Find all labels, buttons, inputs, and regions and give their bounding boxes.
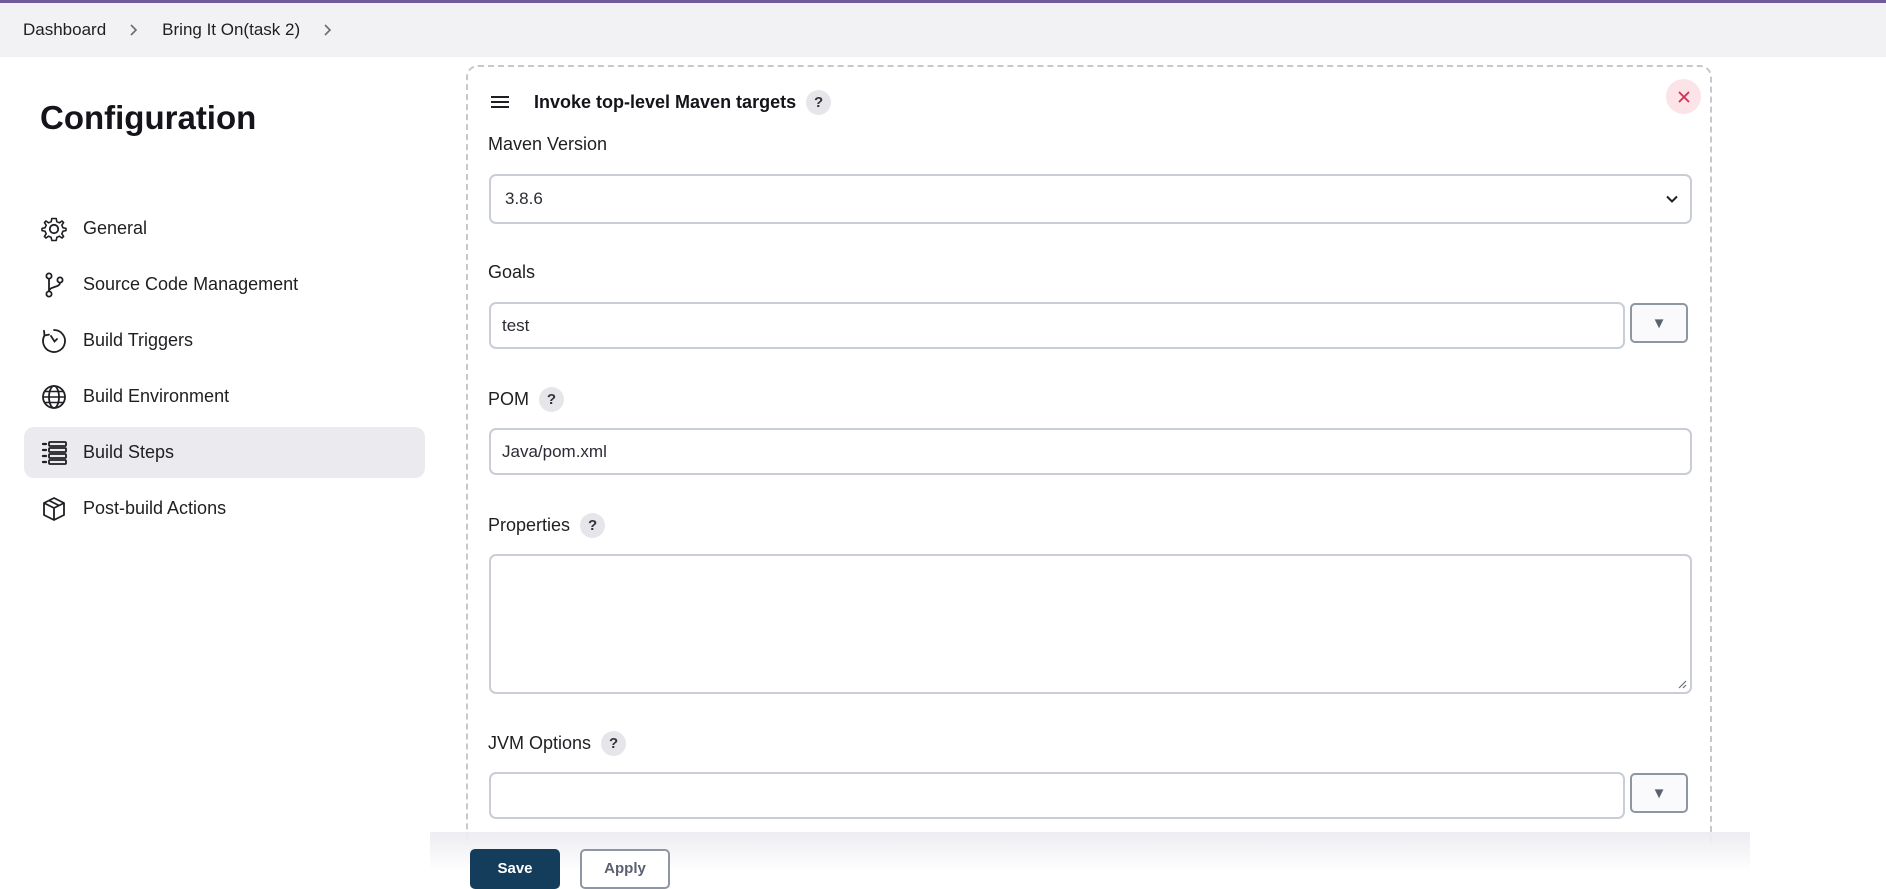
sidebar-nav: General Source Code Management Build Tri… [24,203,425,539]
build-step-title: Invoke top-level Maven targets [534,91,797,112]
chevron-right-icon[interactable] [322,24,334,36]
triangle-down-icon: ▼ [1651,784,1667,802]
save-button[interactable]: Save [470,849,560,889]
sidebar-item-label: Build Triggers [83,330,194,350]
sidebar-item-label: Source Code Management [83,274,299,294]
sidebar-item-label: Build Environment [83,386,230,406]
sidebar: Configuration General Source Code Manage… [0,57,440,872]
chevron-down-icon [1666,195,1678,203]
package-icon [40,495,68,523]
sidebar-item-label: Build Steps [83,442,175,462]
chevron-right-icon [128,24,140,36]
sidebar-item-label: Post-build Actions [83,498,227,518]
sidebar-item-build-environment[interactable]: Build Environment [24,371,425,422]
properties-label-text: Properties [488,515,571,535]
pom-input[interactable]: Java/pom.xml [489,428,1692,475]
pom-value: Java/pom.xml [502,441,607,461]
maven-version-label-text: Maven Version [488,134,608,154]
build-step-card: Invoke top-level Maven targets ? Maven V… [466,65,1712,845]
breadcrumb-job[interactable]: Bring It On(task 2) [162,20,300,40]
build-step-header: Invoke top-level Maven targets ? [489,87,832,117]
globe-icon [40,383,68,411]
resize-grip-icon[interactable] [1677,679,1687,689]
properties-textarea[interactable] [489,554,1692,694]
jvm-options-input[interactable] [489,772,1625,819]
triangle-down-icon: ▼ [1651,314,1667,332]
maven-version-label: Maven Version [488,134,607,155]
help-icon[interactable]: ? [539,387,565,412]
clock-icon [40,327,68,355]
sidebar-item-general[interactable]: General [24,203,425,254]
list-icon [40,439,68,467]
drag-handle-icon[interactable] [489,91,511,113]
branch-icon [40,271,68,299]
page-title: Configuration [40,99,257,136]
apply-button[interactable]: Apply [580,849,670,889]
goals-label: Goals [488,262,535,283]
maven-version-select[interactable]: 3.8.6 [489,174,1692,224]
pom-label-text: POM [488,389,530,409]
maven-version-value: 3.8.6 [505,189,543,208]
sidebar-item-post-build-actions[interactable]: Post-build Actions [24,483,425,534]
help-icon[interactable]: ? [601,731,627,756]
close-icon [1678,91,1689,102]
delete-step-button[interactable] [1666,79,1701,114]
goals-input[interactable]: test [489,302,1625,349]
sidebar-item-build-triggers[interactable]: Build Triggers [24,315,425,366]
gear-icon [40,215,68,243]
goals-expand-button[interactable]: ▼ [1630,303,1688,343]
help-icon[interactable]: ? [806,89,832,115]
goals-label-text: Goals [488,262,536,282]
sidebar-item-label: General [83,218,148,238]
properties-label: Properties ? [488,513,606,538]
breadcrumb-dashboard[interactable]: Dashboard [23,20,106,40]
sidebar-item-source-code-management[interactable]: Source Code Management [24,259,425,310]
jvm-options-label: JVM Options ? [488,731,627,756]
goals-value: test [502,315,530,335]
breadcrumb: Dashboard Bring It On(task 2) [0,3,1886,57]
help-icon[interactable]: ? [580,513,606,538]
pom-label: POM ? [488,387,565,412]
jvm-options-expand-button[interactable]: ▼ [1630,773,1688,813]
sidebar-item-build-steps[interactable]: Build Steps [24,427,425,478]
jvm-options-label-text: JVM Options [488,733,592,753]
